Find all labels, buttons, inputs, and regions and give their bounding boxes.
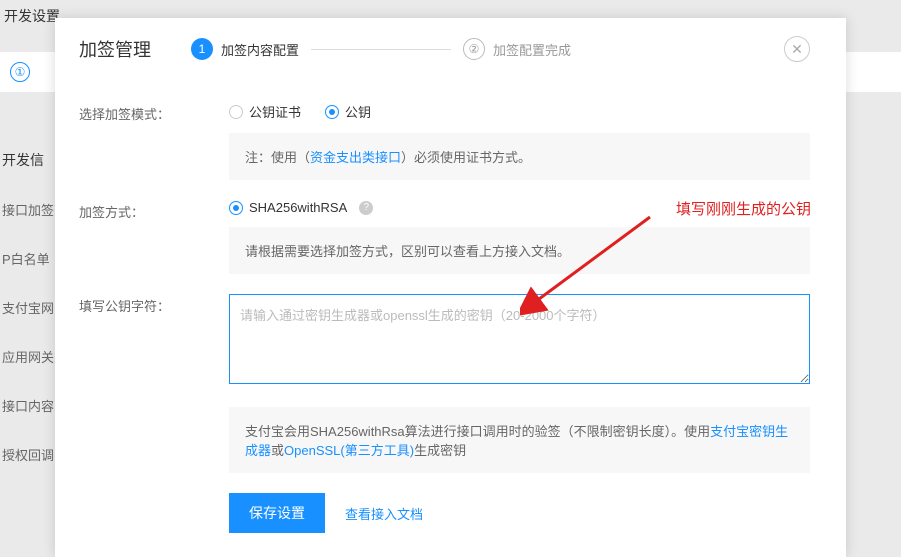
sign-form: 选择加签模式： 公钥证书 公钥 注：使用（资金支出类接口）必须使用证 <box>79 102 810 533</box>
action-row: 保存设置 查看接入文档 <box>229 493 810 533</box>
bg-sidebar-heading: 开发信 <box>0 150 60 170</box>
radio-sha256[interactable]: SHA256withRSA ? <box>229 200 373 215</box>
step-2-circle: ② <box>463 38 485 60</box>
link-fund-interface[interactable]: 资金支出类接口 <box>310 150 401 165</box>
help-icon[interactable]: ? <box>359 201 373 215</box>
radio-pubkey[interactable]: 公钥 <box>325 102 371 121</box>
label-sign-method: 加签方式： <box>79 200 229 274</box>
bg-tab-step-1: ① <box>10 62 30 82</box>
bg-sidebar-item[interactable]: 授权回调 <box>0 445 60 464</box>
step-1-circle: 1 <box>191 38 213 60</box>
public-key-textarea[interactable] <box>229 294 810 384</box>
step-2-label: 加签配置完成 <box>493 40 571 59</box>
bg-sidebar-item[interactable]: 应用网关 <box>0 347 60 366</box>
close-button[interactable]: ✕ <box>784 36 810 62</box>
radio-cert[interactable]: 公钥证书 <box>229 102 301 121</box>
row-sign-mode: 选择加签模式： 公钥证书 公钥 注：使用（资金支出类接口）必须使用证 <box>79 102 810 180</box>
modal-title: 加签管理 <box>79 36 151 62</box>
close-icon: ✕ <box>791 41 803 58</box>
radio-circle-unchecked <box>229 105 243 119</box>
note-public-key: 支付宝会用SHA256withRsa算法进行接口调用时的验签（不限制密钥长度）。… <box>229 407 810 473</box>
keynote-suffix: 生成密钥 <box>414 443 466 458</box>
keynote-mid: 或 <box>271 443 284 458</box>
view-docs-link[interactable]: 查看接入文档 <box>345 504 423 523</box>
content-sign-method: SHA256withRSA ? 请根据需要选择加签方式，区别可以查看上方接入文档… <box>229 200 810 274</box>
radio-group-method: SHA256withRSA ? <box>229 200 810 215</box>
step-1-label: 加签内容配置 <box>221 40 299 59</box>
radio-group-mode: 公钥证书 公钥 <box>229 102 810 121</box>
step-connector <box>311 49 451 50</box>
radio-label-sha256: SHA256withRSA <box>249 200 347 215</box>
note-sign-method: 请根据需要选择加签方式，区别可以查看上方接入文档。 <box>229 227 810 274</box>
bg-sidebar-item[interactable]: 支付宝网 <box>0 298 60 317</box>
radio-label-cert: 公钥证书 <box>249 102 301 121</box>
link-openssl[interactable]: OpenSSL(第三方工具) <box>284 443 414 458</box>
note-prefix: 注：使用（ <box>245 150 310 165</box>
row-public-key: 填写公钥字符： 支付宝会用SHA256withRsa算法进行接口调用时的验签（不… <box>79 294 810 533</box>
radio-dot <box>233 205 239 211</box>
bg-sidebar: 开发信 接口加签 P白名单 支付宝网 应用网关 接口内容 授权回调 <box>0 150 60 494</box>
label-public-key: 填写公钥字符： <box>79 294 229 533</box>
note-suffix: ）必须使用证书方式。 <box>401 150 531 165</box>
step-1: 1 加签内容配置 <box>191 38 299 60</box>
label-sign-mode: 选择加签模式： <box>79 102 229 180</box>
step-2: ② 加签配置完成 <box>463 38 571 60</box>
keynote-prefix: 支付宝会用SHA256withRsa算法进行接口调用时的验签（不限制密钥长度）。… <box>245 424 710 439</box>
radio-circle-checked <box>325 105 339 119</box>
step-indicator: 1 加签内容配置 ② 加签配置完成 <box>191 38 810 60</box>
bg-sidebar-item[interactable]: P白名单 <box>0 249 60 268</box>
sign-manage-modal: 加签管理 1 加签内容配置 ② 加签配置完成 ✕ 选择加签模式： 公钥证 <box>55 18 846 557</box>
radio-circle-checked <box>229 201 243 215</box>
save-button[interactable]: 保存设置 <box>229 493 325 533</box>
content-sign-mode: 公钥证书 公钥 注：使用（资金支出类接口）必须使用证书方式。 <box>229 102 810 180</box>
row-sign-method: 加签方式： SHA256withRSA ? 请根据需要选择加签方式，区别可以查看… <box>79 200 810 274</box>
content-public-key: 支付宝会用SHA256withRsa算法进行接口调用时的验签（不限制密钥长度）。… <box>229 294 810 533</box>
radio-label-pubkey: 公钥 <box>345 102 371 121</box>
bg-sidebar-item[interactable]: 接口内容 <box>0 396 60 415</box>
radio-dot <box>329 109 335 115</box>
modal-header: 加签管理 1 加签内容配置 ② 加签配置完成 ✕ <box>79 36 810 62</box>
note-sign-mode: 注：使用（资金支出类接口）必须使用证书方式。 <box>229 133 810 180</box>
bg-sidebar-item[interactable]: 接口加签 <box>0 200 60 219</box>
